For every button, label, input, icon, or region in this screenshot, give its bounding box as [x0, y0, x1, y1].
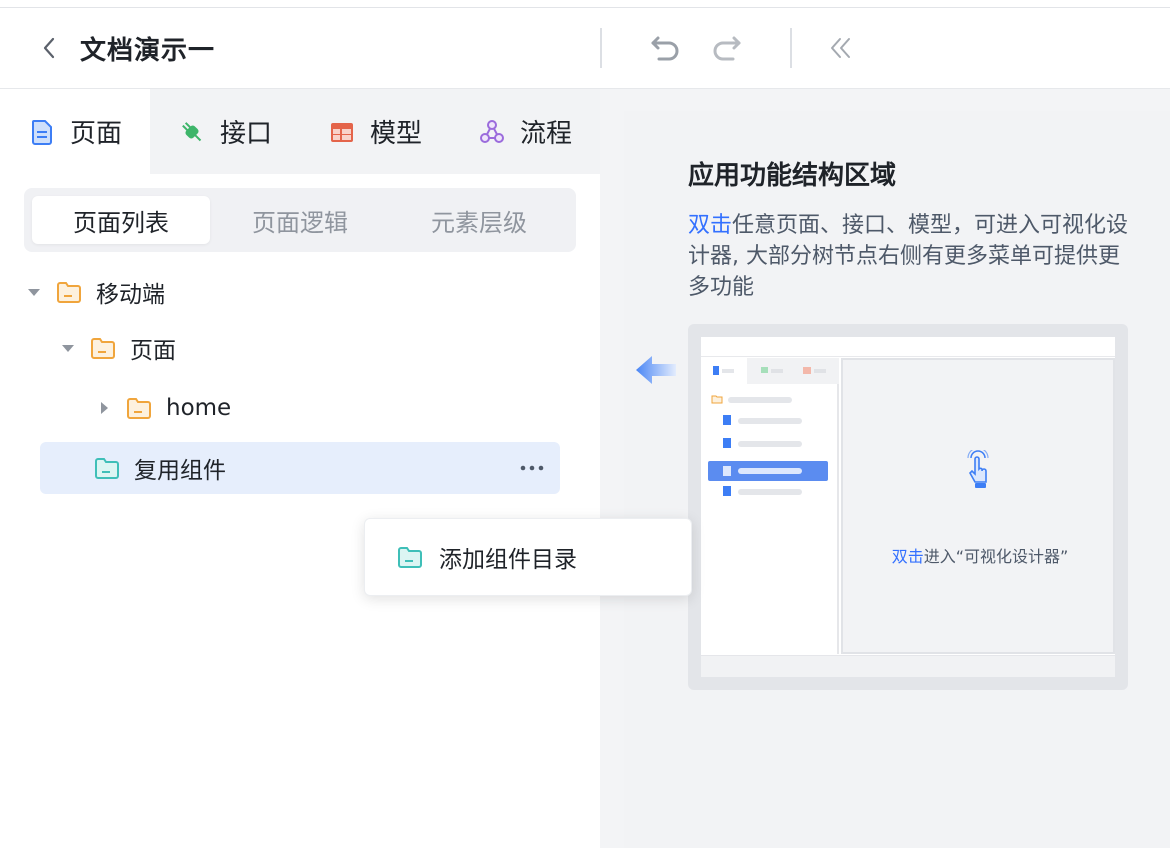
illustration-tab	[701, 358, 747, 384]
illustration-line	[738, 468, 802, 474]
seg-page-list[interactable]: 页面列表	[32, 196, 210, 244]
view-switcher: 页面列表 页面逻辑 元素层级	[24, 188, 576, 252]
table-icon	[803, 367, 826, 374]
folder-icon	[398, 547, 422, 568]
hint-text: 进入“可视化设计器”	[923, 547, 1069, 566]
illustration-designer: 双击进入“可视化设计器”	[841, 358, 1115, 654]
back-button[interactable]	[38, 36, 62, 60]
context-menu-add-component-dir[interactable]: 添加组件目录	[364, 518, 692, 596]
page-icon	[31, 119, 52, 145]
illustration-tab	[747, 358, 793, 384]
guide-title: 应用功能结构区域	[688, 161, 897, 191]
tab-flows[interactable]: 流程	[450, 89, 600, 174]
seg-element-hierarchy[interactable]: 元素层级	[390, 196, 568, 244]
table-icon	[330, 122, 353, 142]
divider	[600, 28, 602, 68]
plug-icon	[182, 121, 202, 141]
tree-node-label: 页面	[130, 338, 176, 364]
chevron-left-icon	[43, 37, 55, 59]
tree-node-label: home	[166, 395, 232, 421]
guide-highlight: 双击	[688, 213, 733, 238]
illustration-tabs	[701, 358, 839, 384]
tab-label: 模型	[369, 119, 422, 149]
folder-icon	[127, 398, 151, 419]
double-chevron-left-icon	[831, 38, 850, 58]
illustration-sidebar	[701, 358, 839, 654]
divider	[790, 28, 792, 68]
pointer-hand-icon	[967, 450, 989, 488]
arrow-left-icon	[636, 356, 676, 384]
more-dots-icon	[520, 465, 544, 471]
illustration-bottombar	[701, 655, 1115, 677]
illustration-line	[728, 397, 792, 403]
undo-button[interactable]	[648, 30, 684, 66]
caret-right-icon[interactable]	[96, 400, 112, 416]
tab-label: 流程	[519, 119, 572, 149]
redo-icon	[713, 36, 741, 61]
illustration-frame: 双击进入“可视化设计器”	[688, 324, 1128, 690]
tab-api[interactable]: 接口	[150, 89, 300, 174]
top-edge	[0, 0, 1170, 8]
caret-down-icon[interactable]	[60, 340, 76, 356]
tab-label: 接口	[219, 119, 272, 149]
resource-tabs: 页面 接口 模型 流程	[0, 89, 600, 174]
tree-node-pages[interactable]: 页面	[60, 322, 176, 374]
illustration-hint: 双击进入“可视化设计器”	[843, 543, 1117, 567]
folder-icon	[91, 338, 115, 359]
file-icon	[723, 486, 731, 496]
header: 文档演示一	[0, 8, 1170, 89]
tree-node-label: 复用组件	[134, 458, 226, 484]
document-title: 文档演示一	[80, 36, 216, 66]
folder-icon	[711, 395, 723, 404]
illustration-line	[738, 441, 802, 447]
illustration-selected-row	[708, 461, 828, 481]
guide-text: 任意页面、接口、模型，可进入可视化设计器, 大部分树节点右侧有更多菜单可提供更多…	[688, 213, 1129, 300]
plug-icon	[761, 367, 783, 373]
more-menu-button[interactable]	[518, 456, 546, 480]
tree-node-reusable-components[interactable]: 复用组件	[40, 442, 560, 494]
illustration-line	[738, 418, 802, 424]
flow-icon	[479, 119, 504, 143]
illustration-topbar	[701, 337, 1115, 357]
hint-highlight: 双击	[891, 547, 924, 566]
illustration-screen: 双击进入“可视化设计器”	[701, 337, 1115, 677]
tab-models[interactable]: 模型	[300, 89, 450, 174]
file-icon	[723, 466, 731, 476]
menu-item-label: 添加组件目录	[439, 547, 577, 573]
tree-node-label: 移动端	[96, 282, 165, 308]
left-panel: 页面 接口 模型 流程 页面列表 页面逻辑 元素层级 移动端 页面 home 复…	[0, 89, 600, 848]
seg-page-logic[interactable]: 页面逻辑	[211, 196, 389, 244]
file-icon	[723, 415, 731, 425]
caret-down-icon[interactable]	[26, 284, 42, 300]
illustration-line	[738, 489, 802, 495]
redo-button[interactable]	[708, 30, 744, 66]
tree-node-mobile[interactable]: 移动端	[26, 266, 165, 318]
guide-description: 双击任意页面、接口、模型，可进入可视化设计器, 大部分树节点右侧有更多菜单可提供…	[688, 210, 1138, 303]
undo-icon	[651, 36, 679, 61]
folder-icon	[57, 282, 81, 303]
tab-label: 页面	[69, 119, 122, 149]
folder-icon	[95, 458, 119, 479]
file-icon	[723, 438, 731, 448]
illustration-tab	[793, 358, 839, 384]
collapse-button[interactable]	[822, 30, 858, 66]
tree-node-home[interactable]: home	[96, 382, 231, 434]
tab-pages[interactable]: 页面	[0, 89, 150, 174]
page-icon	[713, 366, 734, 375]
